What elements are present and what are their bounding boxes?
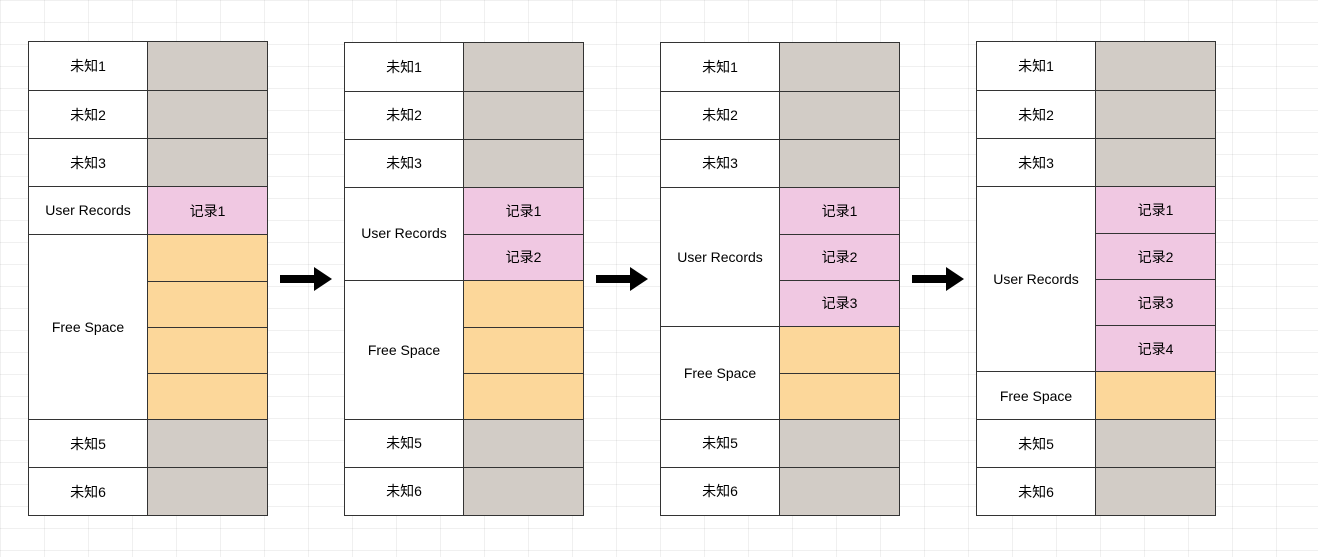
section-unknown1: 未知1 [977, 42, 1096, 90]
section-unknown6: 未知6 [977, 468, 1096, 515]
section-unknown5: 未知5 [977, 420, 1096, 467]
free-slot [148, 373, 267, 419]
unknown2-slot [780, 92, 899, 139]
unknown3-slot [148, 139, 267, 186]
section-user-records: User Records [661, 188, 780, 326]
section-unknown5: 未知5 [29, 420, 148, 467]
section-unknown5: 未知5 [661, 420, 780, 467]
record-3: 记录3 [1096, 279, 1215, 325]
free-slot [148, 235, 267, 281]
free-slot [1096, 372, 1215, 419]
record-1: 记录1 [464, 188, 583, 234]
diagram-canvas: 未知1 未知2 未知3 User Records 记录1 Free Space … [0, 0, 1318, 557]
free-slot [464, 327, 583, 373]
free-slot [148, 327, 267, 373]
section-unknown1: 未知1 [661, 43, 780, 91]
section-user-records: User Records [345, 188, 464, 280]
section-unknown3: 未知3 [977, 139, 1096, 186]
section-free-space: Free Space [977, 372, 1096, 419]
section-free-space: Free Space [29, 235, 148, 419]
unknown1-slot [1096, 42, 1215, 90]
section-unknown3: 未知3 [661, 140, 780, 187]
arrow-right-icon [280, 267, 332, 291]
section-unknown1: 未知1 [29, 42, 148, 90]
free-slot [148, 281, 267, 327]
unknown6-slot [464, 468, 583, 515]
record-1: 记录1 [148, 187, 267, 234]
record-2: 记录2 [464, 234, 583, 280]
record-2: 记录2 [1096, 233, 1215, 279]
section-user-records-label: User Records [361, 225, 447, 242]
diagram-stage: 未知1 未知2 未知3 User Records 记录1 Free Space … [0, 0, 1318, 557]
section-user-records-label: User Records [45, 202, 131, 219]
section-unknown5: 未知5 [345, 420, 464, 467]
unknown1-slot [464, 43, 583, 91]
section-user-records: User Records [977, 187, 1096, 371]
arrow-2 [592, 267, 652, 291]
section-unknown6: 未知6 [661, 468, 780, 515]
unknown5-slot [148, 420, 267, 467]
section-unknown1: 未知1 [345, 43, 464, 91]
unknown5-slot [464, 420, 583, 467]
section-user-records: User Records [29, 187, 148, 234]
arrow-1 [276, 267, 336, 291]
free-slot [464, 373, 583, 419]
section-unknown2: 未知2 [977, 91, 1096, 138]
section-free-space: Free Space [661, 327, 780, 419]
page-state-1: 未知1 未知2 未知3 User Records 记录1 Free Space … [28, 41, 268, 516]
free-slot [780, 327, 899, 373]
page-state-3: 未知1 未知2 未知3 User Records 记录1 记录2 记录3 Fre… [660, 42, 900, 516]
free-slot [780, 373, 899, 419]
record-3: 记录3 [780, 280, 899, 326]
unknown6-slot [148, 468, 267, 515]
page-state-2: 未知1 未知2 未知3 User Records 记录1 记录2 Free Sp… [344, 42, 584, 516]
unknown5-slot [780, 420, 899, 467]
unknown3-slot [780, 140, 899, 187]
unknown5-slot [1096, 420, 1215, 467]
record-1: 记录1 [780, 188, 899, 234]
free-slot [464, 281, 583, 327]
unknown1-slot [148, 42, 267, 90]
section-unknown3: 未知3 [345, 140, 464, 187]
page-state-4: 未知1 未知2 未知3 User Records 记录1 记录2 记录3 记录4… [976, 41, 1216, 516]
arrow-3 [908, 267, 968, 291]
unknown2-slot [148, 91, 267, 138]
record-2: 记录2 [780, 234, 899, 280]
section-free-space: Free Space [345, 281, 464, 419]
section-unknown2: 未知2 [345, 92, 464, 139]
unknown2-slot [464, 92, 583, 139]
section-unknown2: 未知2 [661, 92, 780, 139]
section-unknown6: 未知6 [29, 468, 148, 515]
arrow-right-icon [912, 267, 964, 291]
unknown3-slot [1096, 139, 1215, 186]
unknown2-slot [1096, 91, 1215, 138]
unknown1-slot [780, 43, 899, 91]
record-4: 记录4 [1096, 325, 1215, 371]
arrow-right-icon [596, 267, 648, 291]
unknown3-slot [464, 140, 583, 187]
unknown6-slot [1096, 468, 1215, 515]
record-1: 记录1 [1096, 187, 1215, 233]
unknown6-slot [780, 468, 899, 515]
section-unknown3: 未知3 [29, 139, 148, 186]
section-unknown6: 未知6 [345, 468, 464, 515]
section-unknown2: 未知2 [29, 91, 148, 138]
